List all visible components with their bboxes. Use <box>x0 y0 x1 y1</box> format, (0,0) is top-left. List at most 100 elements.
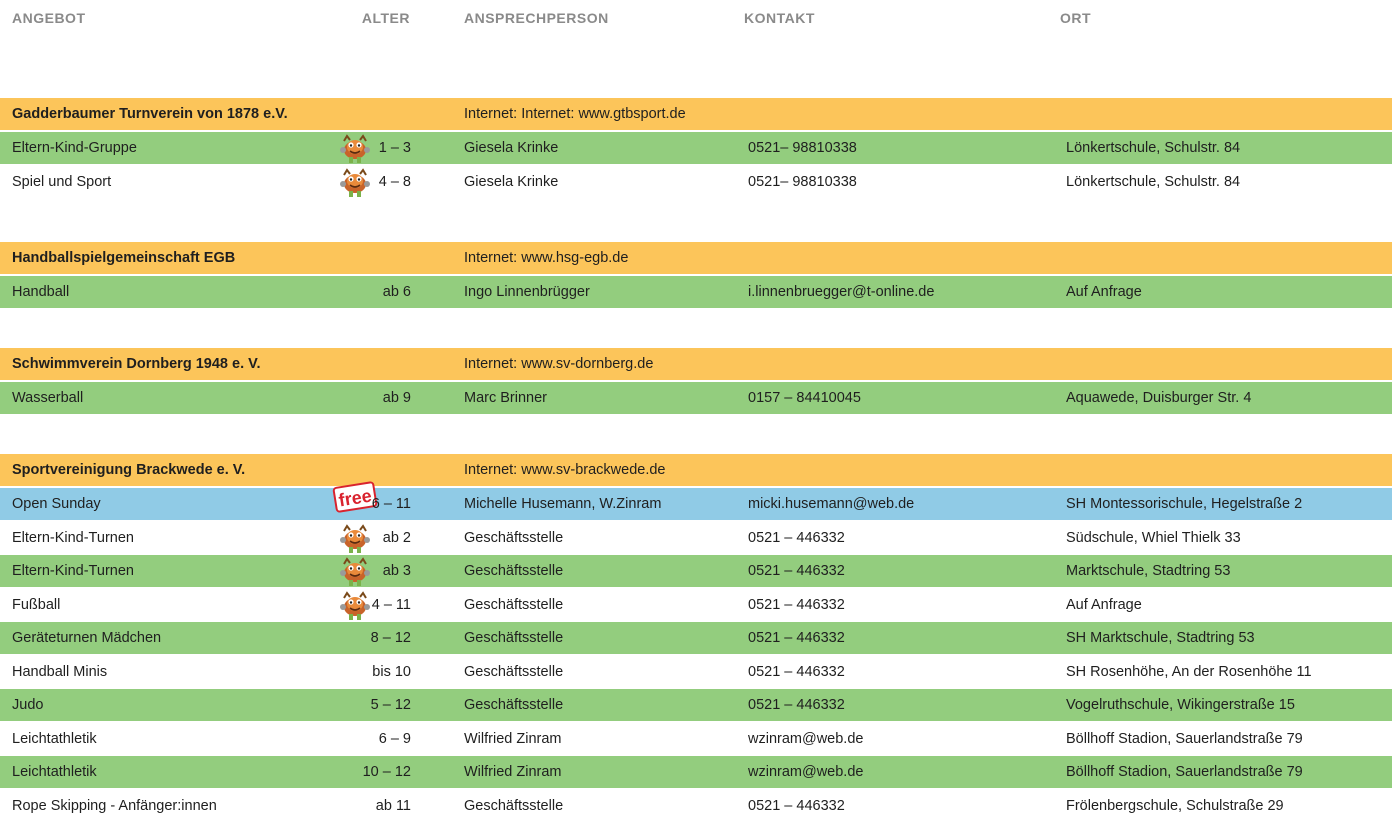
cell-alter: bis 10 <box>372 663 411 680</box>
cell-ort: Auf Anfrage <box>1066 596 1142 613</box>
table-row: Rope Skipping - Anfänger:innen ab 11 Gesch… <box>0 789 1392 822</box>
cell-angebot: Open Sunday <box>12 496 101 512</box>
cell-kontakt: wzinram@web.de <box>748 730 864 747</box>
cell-ort: SH Montessorischule, Hegelstraße 2 <box>1066 496 1303 512</box>
org-name: Handballspielgemeinschaft EGB <box>12 250 236 266</box>
cell-angebot: Geräteturnen Mädchen <box>12 630 162 646</box>
cell-ort: Auf Anfrage <box>1066 284 1142 300</box>
cell-ort: SH Rosenhöhe, An der Rosenhöhe 11 <box>1066 663 1312 680</box>
cell-ansprechperson: Wilfried Zinram <box>464 764 562 780</box>
cell-ort: Vogelruthschule, Wikingerstraße 15 <box>1066 697 1295 713</box>
cell-alter: 6 – 11 <box>371 496 411 512</box>
cell-kontakt: 0521– 98810338 <box>748 140 857 156</box>
cell-ort: Lönkertschule, Schulstr. 84 <box>1066 140 1241 156</box>
org-internet: Internet: www.hsg-egb.de <box>464 250 629 266</box>
cell-ort: Frölenbergschule, Schulstraße 29 <box>1066 797 1284 814</box>
cell-angebot: Rope Skipping - Anfänger:innen <box>12 797 217 814</box>
header-angebot: ANGEBOT <box>12 10 86 26</box>
cell-kontakt: 0521 – 446332 <box>748 563 845 579</box>
cell-kontakt: 0521 – 446332 <box>748 697 845 713</box>
cell-angebot: Judo <box>12 697 44 713</box>
cell-kontakt: 0521 – 446332 <box>748 663 845 680</box>
table-header: ANGEBOT ALTER ANSPRECHPERSON KONTAKT ORT <box>0 0 1392 40</box>
cell-kontakt: 0521 – 446332 <box>748 797 845 814</box>
header-ort: ORT <box>1060 10 1092 26</box>
cell-alter: 5 – 12 <box>370 697 411 713</box>
org-header-row: Schwimmverein Dornberg 1948 e. V. Interne… <box>0 348 1392 380</box>
cell-kontakt: 0521 – 446332 <box>748 630 845 646</box>
cell-ansprechperson: Wilfried Zinram <box>464 730 562 747</box>
cell-alter: ab 3 <box>382 563 411 579</box>
cell-angebot: Handball Minis <box>12 663 108 680</box>
cell-alter: ab 6 <box>382 284 411 300</box>
org-header-row: Handballspielgemeinschaft EGB Internet: w… <box>0 242 1392 274</box>
cell-ansprechperson: Marc Brinner <box>464 390 547 406</box>
cell-angebot: Fußball <box>12 596 61 613</box>
cell-alter: 4 – 8 <box>378 173 411 190</box>
table-row: Eltern-Kind-Turnen ab 3 Geschäftsstelle 052… <box>0 555 1392 587</box>
cell-angebot: Leichtathletik <box>12 764 97 780</box>
table-row: Judo 5 – 12 Geschäftsstelle 0521 – 446332 Vo… <box>0 689 1392 721</box>
cell-ansprechperson: Geschäftsstelle <box>464 663 564 680</box>
table-row: Handball Minis bis 10 Geschäftsstelle 0521 … <box>0 655 1392 688</box>
cell-ansprechperson: Michelle Husemann, W.Zinram <box>464 496 662 512</box>
cell-ort: Lönkertschule, Schulstr. 84 <box>1066 173 1241 190</box>
cell-alter: ab 9 <box>382 390 411 406</box>
cell-kontakt: wzinram@web.de <box>748 764 864 780</box>
table-row: Spiel und Sport 4 – 8 Giesela Krinke 0521– … <box>0 165 1392 198</box>
org-header-row: Sportvereinigung Brackwede e. V. Internet… <box>0 454 1392 486</box>
cell-ansprechperson: Geschäftsstelle <box>464 529 564 546</box>
org-name: Gadderbaumer Turnverein von 1878 e.V. <box>12 106 288 122</box>
cell-ort: Böllhoff Stadion, Sauerlandstraße 79 <box>1066 764 1303 780</box>
cell-ansprechperson: Geschäftsstelle <box>464 596 564 613</box>
table-row: Geräteturnen Mädchen 8 – 12 Geschäftsstell… <box>0 622 1392 654</box>
cell-angebot: Wasserball <box>12 390 84 406</box>
org-internet: Internet: www.sv-dornberg.de <box>464 356 654 372</box>
cell-ansprechperson: Geschäftsstelle <box>464 797 564 814</box>
cell-kontakt: i.linnenbruegger@t-online.de <box>748 284 935 300</box>
cell-kontakt: 0521 – 446332 <box>748 596 845 613</box>
cell-ort: Marktschule, Stadtring 53 <box>1066 563 1231 579</box>
cell-alter: ab 11 <box>375 797 411 814</box>
cell-ort: SH Marktschule, Stadtring 53 <box>1066 630 1255 646</box>
table-row: Leichtathletik 10 – 12 Wilfried Zinram wzin… <box>0 756 1392 788</box>
cell-alter: 6 – 9 <box>378 730 411 747</box>
org-name: Sportvereinigung Brackwede e. V. <box>12 462 246 478</box>
org-internet: Internet: Internet: www.gtbsport.de <box>464 106 686 122</box>
cell-ansprechperson: Giesela Krinke <box>464 140 559 156</box>
cell-angebot: Eltern-Kind-Gruppe <box>12 140 137 156</box>
cell-kontakt: 0157 – 84410045 <box>748 390 861 406</box>
org-header-row: Gadderbaumer Turnverein von 1878 e.V. Int… <box>0 98 1392 130</box>
cell-kontakt: micki.husemann@web.de <box>748 496 915 512</box>
cell-ansprechperson: Geschäftsstelle <box>464 630 564 646</box>
table-row: Eltern-Kind-Gruppe 1 – 3 Giesela Krinke 052… <box>0 132 1392 164</box>
cell-ansprechperson: Giesela Krinke <box>464 173 559 190</box>
cell-ansprechperson: Geschäftsstelle <box>464 563 564 579</box>
cell-ansprechperson: Geschäftsstelle <box>464 697 564 713</box>
table-row: free Open Sunday 6 – 11 Michelle Husemann, … <box>0 480 1392 520</box>
header-ansprechperson: ANSPRECHPERSON <box>464 10 609 26</box>
org-name: Schwimmverein Dornberg 1948 e. V. <box>12 356 261 372</box>
cell-alter: 1 – 3 <box>378 140 411 156</box>
table-row: Eltern-Kind-Turnen ab 2 Geschäftsstelle 052… <box>0 521 1392 554</box>
cell-angebot: Spiel und Sport <box>12 173 112 190</box>
header-kontakt: KONTAKT <box>744 10 815 26</box>
cell-angebot: Eltern-Kind-Turnen <box>12 563 134 579</box>
cell-ort: Böllhoff Stadion, Sauerlandstraße 79 <box>1066 730 1303 747</box>
cell-angebot: Leichtathletik <box>12 730 97 747</box>
cell-ansprechperson: Ingo Linnenbrügger <box>464 284 590 300</box>
table-row: Handball ab 6 Ingo Linnenbrügger i.linnenbr… <box>0 276 1392 308</box>
table-row: Fußball 4 – 11 Geschäftsstelle 0521 – 44633… <box>0 588 1392 621</box>
cell-alter: ab 2 <box>382 529 411 546</box>
cell-alter: 10 – 12 <box>362 764 411 780</box>
cell-angebot: Handball <box>12 284 70 300</box>
cell-kontakt: 0521 – 446332 <box>748 529 845 546</box>
org-internet: Internet: www.sv-brackwede.de <box>464 462 666 478</box>
cell-ort: Aquawede, Duisburger Str. 4 <box>1066 390 1252 406</box>
table-row: Wasserball ab 9 Marc Brinner 0157 – 8441004… <box>0 382 1392 414</box>
table-row: Leichtathletik 6 – 9 Wilfried Zinram wzinra… <box>0 722 1392 755</box>
cell-ort: Südschule, Whiel Thielk 33 <box>1066 529 1241 546</box>
cell-alter: 8 – 12 <box>370 630 411 646</box>
cell-kontakt: 0521– 98810338 <box>748 173 857 190</box>
cell-angebot: Eltern-Kind-Turnen <box>12 529 134 546</box>
